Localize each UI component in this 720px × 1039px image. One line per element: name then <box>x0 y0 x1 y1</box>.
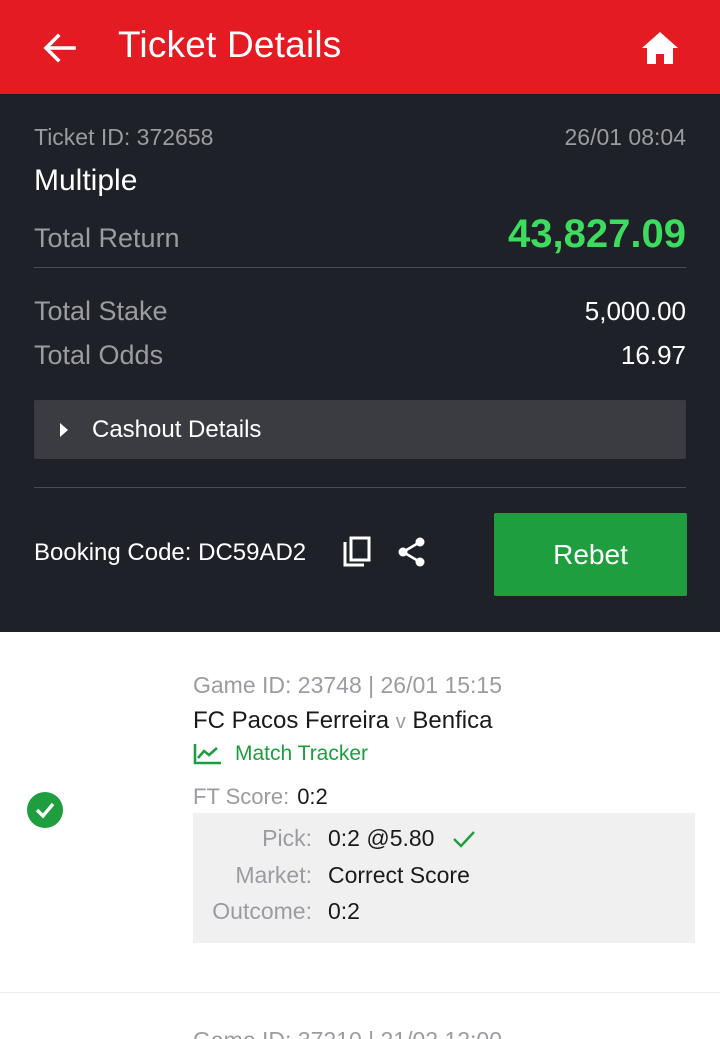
outcome-label: Outcome: <box>212 898 312 924</box>
booking-code: Booking Code: DC59AD2 <box>34 539 307 566</box>
ticket-date: 26/01 08:04 <box>564 124 686 150</box>
bet-type: Multiple <box>34 164 138 197</box>
total-stake-label: Total Stake <box>34 296 168 326</box>
chart-line-icon <box>193 744 221 765</box>
pick-value: 0:2 @5.80 <box>328 825 435 851</box>
game-meta: Game ID: 23748 | 26/01 15:15 <box>193 672 503 698</box>
copy-button[interactable] <box>340 534 374 570</box>
match-tracker-label: Match Tracker <box>235 742 369 765</box>
away-team: Benfica <box>412 707 493 734</box>
ticket-summary: Ticket ID: 372658 26/01 08:04 Multiple T… <box>0 94 720 632</box>
total-odds-label: Total Odds <box>34 340 164 370</box>
market-row: Market: Correct Score <box>193 862 470 889</box>
home-button[interactable] <box>636 26 684 70</box>
pick-label: Pick: <box>262 825 312 851</box>
caret-right-icon <box>60 422 68 437</box>
market-label: Market: <box>235 862 312 888</box>
total-stake-value: 5,000.00 <box>584 296 686 326</box>
pick-details: Pick: 0:2 @5.80 Market: Correct Score Ou… <box>193 813 695 943</box>
share-button[interactable] <box>395 534 429 570</box>
ft-score-label: FT Score: <box>193 784 290 809</box>
app-header: Ticket Details <box>0 0 720 94</box>
ft-score: FT Score: 0:2 <box>193 784 328 810</box>
outcome-value: 0:2 <box>328 898 360 924</box>
total-odds-value: 16.97 <box>620 340 686 370</box>
won-status-icon <box>27 792 63 828</box>
selection-card: Game ID: 23748 | 26/01 15:15 FC Pacos Fe… <box>0 632 720 992</box>
check-icon <box>452 830 476 848</box>
ft-score-value: 0:2 <box>297 784 328 809</box>
total-return-value: 43,827.09 <box>508 212 686 256</box>
divider <box>34 267 686 268</box>
cashout-details-label: Cashout Details <box>92 415 262 443</box>
total-return-row: Total Return 43,827.09 <box>34 212 686 257</box>
back-arrow-icon <box>43 33 76 63</box>
match-teams: FC Pacos Ferreira v Benfica <box>193 707 492 735</box>
total-odds-row: Total Odds 16.97 <box>34 340 686 371</box>
share-icon <box>398 537 425 567</box>
divider <box>0 992 720 993</box>
versus-label: v <box>395 711 406 733</box>
divider <box>34 487 686 488</box>
home-team: FC Pacos Ferreira <box>193 707 390 734</box>
page-title: Ticket Details <box>118 24 342 65</box>
check-icon <box>35 802 55 819</box>
home-icon <box>642 32 678 64</box>
ticket-id: Ticket ID: 372658 <box>34 124 214 150</box>
copy-icon <box>343 536 371 567</box>
cashout-details-toggle[interactable]: Cashout Details <box>34 400 686 459</box>
total-return-label: Total Return <box>34 223 180 253</box>
ticket-id-row: Ticket ID: 372658 26/01 08:04 <box>34 124 686 151</box>
total-stake-row: Total Stake 5,000.00 <box>34 296 686 327</box>
outcome-row: Outcome: 0:2 <box>193 898 360 925</box>
rebet-button[interactable]: Rebet <box>494 513 687 596</box>
match-tracker-link[interactable]: Match Tracker <box>193 742 368 766</box>
back-button[interactable] <box>36 28 82 68</box>
pick-row: Pick: 0:2 @5.80 <box>193 825 476 852</box>
market-value: Correct Score <box>328 862 470 888</box>
game-meta: Game ID: 37210 | 21/02 12:00 <box>193 1027 502 1039</box>
